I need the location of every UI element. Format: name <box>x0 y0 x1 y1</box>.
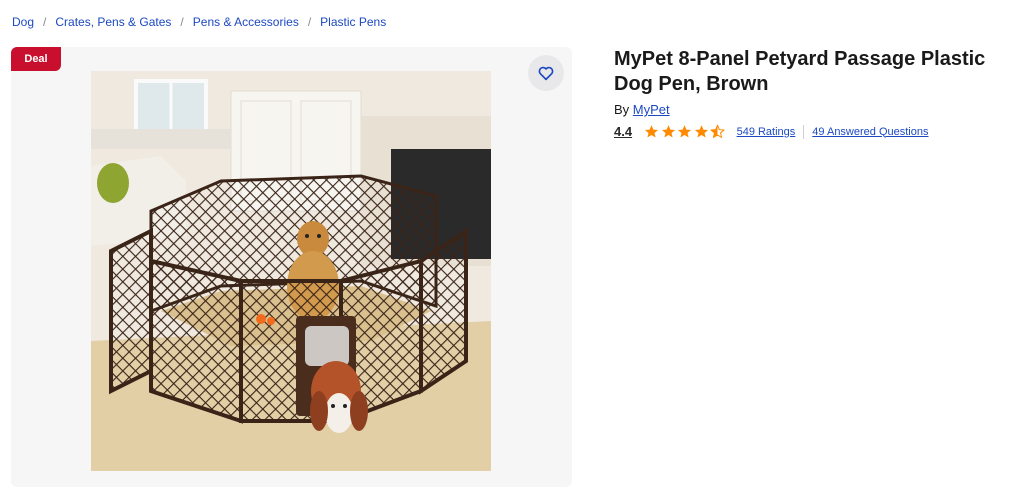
breadcrumb-separator: / <box>180 15 184 29</box>
answered-questions-link[interactable]: 49 Answered Questions <box>812 126 928 138</box>
deal-badge: Deal <box>11 47 61 71</box>
breadcrumb-separator: / <box>43 15 47 29</box>
breadcrumb-separator: / <box>307 15 312 29</box>
by-label: By <box>614 102 630 117</box>
brand-line: By MyPet <box>614 102 670 117</box>
product-image[interactable] <box>91 71 491 471</box>
heart-icon <box>538 66 554 81</box>
breadcrumb: Dog / Crates, Pens & Gates / Pens & Acce… <box>12 15 386 29</box>
breadcrumb-link-plastic-pens[interactable]: Plastic Pens <box>320 15 386 29</box>
star-full-icon <box>661 125 675 138</box>
star-rating[interactable] <box>644 124 727 139</box>
star-full-icon <box>694 125 708 138</box>
product-gallery: Deal <box>11 47 572 487</box>
rating-row: 4.4 549 Ratings 49 Answered Questions <box>614 124 928 139</box>
favorite-button[interactable] <box>528 55 564 91</box>
breadcrumb-link-dog[interactable]: Dog <box>12 15 34 29</box>
product-photo <box>91 71 491 471</box>
star-full-icon <box>645 125 659 138</box>
divider <box>803 124 805 139</box>
rating-score[interactable]: 4.4 <box>614 124 632 139</box>
product-title: MyPet 8-Panel Petyard Passage Plastic Do… <box>614 48 986 95</box>
brand-link[interactable]: MyPet <box>633 102 670 117</box>
star-half-icon <box>710 124 725 138</box>
breadcrumb-link-crates-pens-gates[interactable]: Crates, Pens & Gates <box>55 15 171 29</box>
ratings-count-link[interactable]: 549 Ratings <box>737 126 796 138</box>
star-full-icon <box>678 125 692 138</box>
breadcrumb-link-pens-accessories[interactable]: Pens & Accessories <box>193 15 299 29</box>
